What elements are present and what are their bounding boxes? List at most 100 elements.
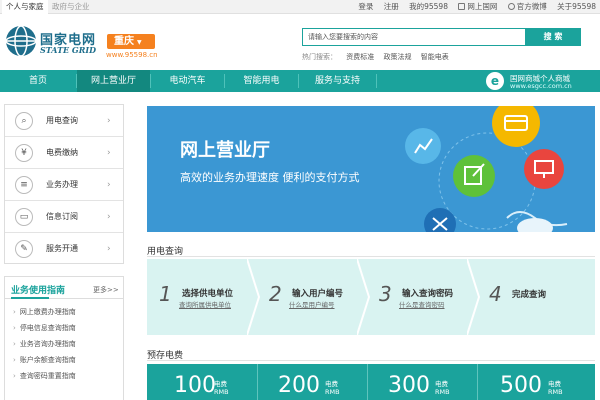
prepay-unit-label: 电费 bbox=[325, 380, 338, 388]
prepay-amount: 100 bbox=[174, 373, 216, 398]
city-label: 重庆 bbox=[114, 36, 134, 47]
official-weibo-link[interactable]: 官方微博 bbox=[517, 2, 547, 11]
guide-link[interactable]: 网上缴费办理指南 bbox=[13, 307, 76, 317]
e-mall-icon: e bbox=[486, 72, 504, 90]
mobile-icon bbox=[458, 3, 466, 10]
sidebar-item-business[interactable]: ≡ 业务办理 › bbox=[5, 169, 123, 201]
search-button[interactable]: 搜 索 bbox=[525, 28, 581, 46]
step-help-link[interactable]: 查询所属供电单位 bbox=[179, 299, 231, 309]
prepay-option-500[interactable]: 500 电费 RMB bbox=[478, 364, 595, 400]
coin-icon: ¥ bbox=[15, 144, 33, 162]
query-steps: 1 选择供电单位 查询所属供电单位 2 输入用户编号 什么是用户编号 3 输入查… bbox=[147, 259, 595, 335]
step-number: 2 bbox=[269, 282, 282, 306]
monitor-bubble-icon bbox=[524, 149, 564, 189]
about-95598-link[interactable]: 关于95598 bbox=[557, 2, 596, 11]
step-label: 完成查询 bbox=[512, 290, 547, 300]
prepay-option-200[interactable]: 200 电费 RMB bbox=[258, 364, 367, 400]
prepay-option-100[interactable]: 100 电费 RMB bbox=[147, 364, 257, 400]
search-input[interactable]: 请输入您要搜索的内容 bbox=[302, 28, 526, 46]
guide-link[interactable]: 停电信息查询指南 bbox=[13, 323, 76, 333]
card-bubble-icon bbox=[492, 106, 540, 147]
esgcc-mall-link[interactable]: e 国网商城个人商城 www.esgcc.com.cn bbox=[486, 71, 600, 91]
prepay-unit-label: 电费 bbox=[435, 380, 448, 388]
online-grid-link[interactable]: 网上国网 bbox=[467, 2, 497, 11]
chevron-right-icon: › bbox=[107, 116, 111, 126]
step-select-unit[interactable]: 1 选择供电单位 查询所属供电单位 bbox=[147, 259, 257, 335]
prepay-currency: RMB bbox=[548, 388, 563, 396]
nav-online-hall[interactable]: 网上营业厅 bbox=[77, 70, 150, 92]
chevron-right-icon: › bbox=[107, 148, 111, 158]
prepay-option-300[interactable]: 300 电费 RMB bbox=[368, 364, 477, 400]
sidebar-menu: ⌕ 用电查询 › ¥ 电费缴纳 › ≡ 业务办理 › ▭ 信息订阅 › ✎ 服务… bbox=[4, 104, 124, 264]
sidebar-item-bill-payment[interactable]: ¥ 电费缴纳 › bbox=[5, 137, 123, 169]
step-number: 3 bbox=[379, 282, 392, 306]
top-links: 登录 注册 我的95598 网上国网 官方微博 关于95598 bbox=[358, 0, 596, 14]
step-enter-password[interactable]: 3 输入查询密码 什么是查询密码 bbox=[367, 259, 477, 335]
weibo-icon bbox=[507, 3, 515, 10]
prepay-currency: RMB bbox=[325, 388, 340, 396]
banner-title: 网上营业厅 bbox=[180, 140, 270, 161]
step-number: 4 bbox=[489, 282, 502, 306]
site-url: www.95598.cn bbox=[106, 51, 158, 59]
chevron-right-icon: › bbox=[107, 180, 111, 190]
my-95598-link[interactable]: 我的95598 bbox=[409, 2, 448, 11]
step-label: 输入用户编号 bbox=[292, 289, 344, 299]
register-link[interactable]: 注册 bbox=[384, 2, 399, 11]
prepay-options: 100 电费 RMB 200 电费 RMB 300 电费 RMB 500 电费 … bbox=[147, 364, 595, 400]
nav-smart-power[interactable]: 智能用电 bbox=[225, 70, 298, 92]
guide-link[interactable]: 查询密码重置指南 bbox=[13, 371, 76, 381]
hot-keyword[interactable]: 智能电表 bbox=[421, 53, 449, 61]
document-icon: ≡ bbox=[15, 176, 33, 194]
hot-keyword[interactable]: 资费标准 bbox=[346, 53, 374, 61]
usage-guide-panel: 业务使用指南 更多>> 网上缴费办理指南 停电信息查询指南 业务咨询办理指南 账… bbox=[4, 276, 124, 400]
tab-personal-family[interactable]: 个人与家庭 bbox=[2, 0, 48, 14]
edit-icon: ✎ bbox=[15, 240, 33, 258]
step-number: 1 bbox=[159, 282, 172, 306]
monitor-icon: ▭ bbox=[15, 208, 33, 226]
prepay-currency: RMB bbox=[435, 388, 450, 396]
city-selector[interactable]: 重庆 ▼ bbox=[107, 34, 155, 49]
nav-divider bbox=[376, 74, 377, 88]
nav-electric-vehicle[interactable]: 电动汽车 bbox=[151, 70, 224, 92]
step-label: 选择供电单位 bbox=[182, 289, 234, 299]
step-help-link[interactable]: 什么是用户编号 bbox=[289, 299, 335, 309]
sidebar-item-label: 电费缴纳 bbox=[46, 148, 78, 157]
brand-name-en: STATE GRID bbox=[40, 45, 97, 55]
sidebar-item-usage-query[interactable]: ⌕ 用电查询 › bbox=[5, 105, 123, 137]
sidebar-item-label: 业务办理 bbox=[46, 180, 78, 189]
step-enter-user-id[interactable]: 2 输入用户编号 什么是用户编号 bbox=[257, 259, 367, 335]
prepay-currency: RMB bbox=[214, 388, 229, 396]
step-label: 输入查询密码 bbox=[402, 289, 454, 299]
top-bar: 个人与家庭 政府与企业 登录 注册 我的95598 网上国网 官方微博 关于95… bbox=[0, 0, 600, 14]
sidebar-item-label: 用电查询 bbox=[46, 116, 78, 125]
sidebar-item-service-activation[interactable]: ✎ 服务开通 › bbox=[5, 233, 123, 265]
sidebar-item-label: 服务开通 bbox=[46, 244, 78, 253]
step-complete-query[interactable]: 4 完成查询 bbox=[477, 259, 595, 335]
tab-government-enterprise[interactable]: 政府与企业 bbox=[48, 0, 94, 14]
hot-keyword[interactable]: 政策法规 bbox=[383, 53, 411, 61]
guide-more-link[interactable]: 更多>> bbox=[93, 285, 119, 295]
promo-banner[interactable]: 网上营业厅 高效的业务办理速度 便利的支付方式 bbox=[147, 106, 595, 232]
hot-search: 热门搜索： 资费标准 政策法规 智能电表 bbox=[302, 52, 449, 62]
login-link[interactable]: 登录 bbox=[358, 2, 373, 11]
prepay-amount: 500 bbox=[500, 373, 542, 398]
nav-service-support[interactable]: 服务与支持 bbox=[299, 70, 376, 92]
prepay-unit-label: 电费 bbox=[548, 380, 561, 388]
banner-subtitle: 高效的业务办理速度 便利的支付方式 bbox=[180, 171, 360, 184]
guide-link[interactable]: 账户余额查询指南 bbox=[13, 355, 76, 365]
step-help-link[interactable]: 什么是查询密码 bbox=[399, 299, 445, 309]
title-underline bbox=[11, 297, 49, 299]
search-chart-icon: ⌕ bbox=[15, 112, 33, 130]
hot-search-label: 热门搜索： bbox=[302, 53, 337, 61]
chevron-right-icon: › bbox=[107, 212, 111, 222]
sidebar-item-subscription[interactable]: ▭ 信息订阅 › bbox=[5, 201, 123, 233]
prepay-amount: 200 bbox=[278, 373, 320, 398]
tools-bubble-icon bbox=[424, 208, 456, 232]
guide-link[interactable]: 业务咨询办理指南 bbox=[13, 339, 76, 349]
prepay-amount: 300 bbox=[388, 373, 430, 398]
chart-bubble-icon bbox=[405, 128, 441, 164]
chevron-right-icon: › bbox=[107, 244, 111, 254]
nav-home[interactable]: 首页 bbox=[0, 70, 76, 92]
state-grid-logo-icon[interactable] bbox=[4, 24, 38, 58]
guide-title: 业务使用指南 bbox=[11, 286, 66, 296]
